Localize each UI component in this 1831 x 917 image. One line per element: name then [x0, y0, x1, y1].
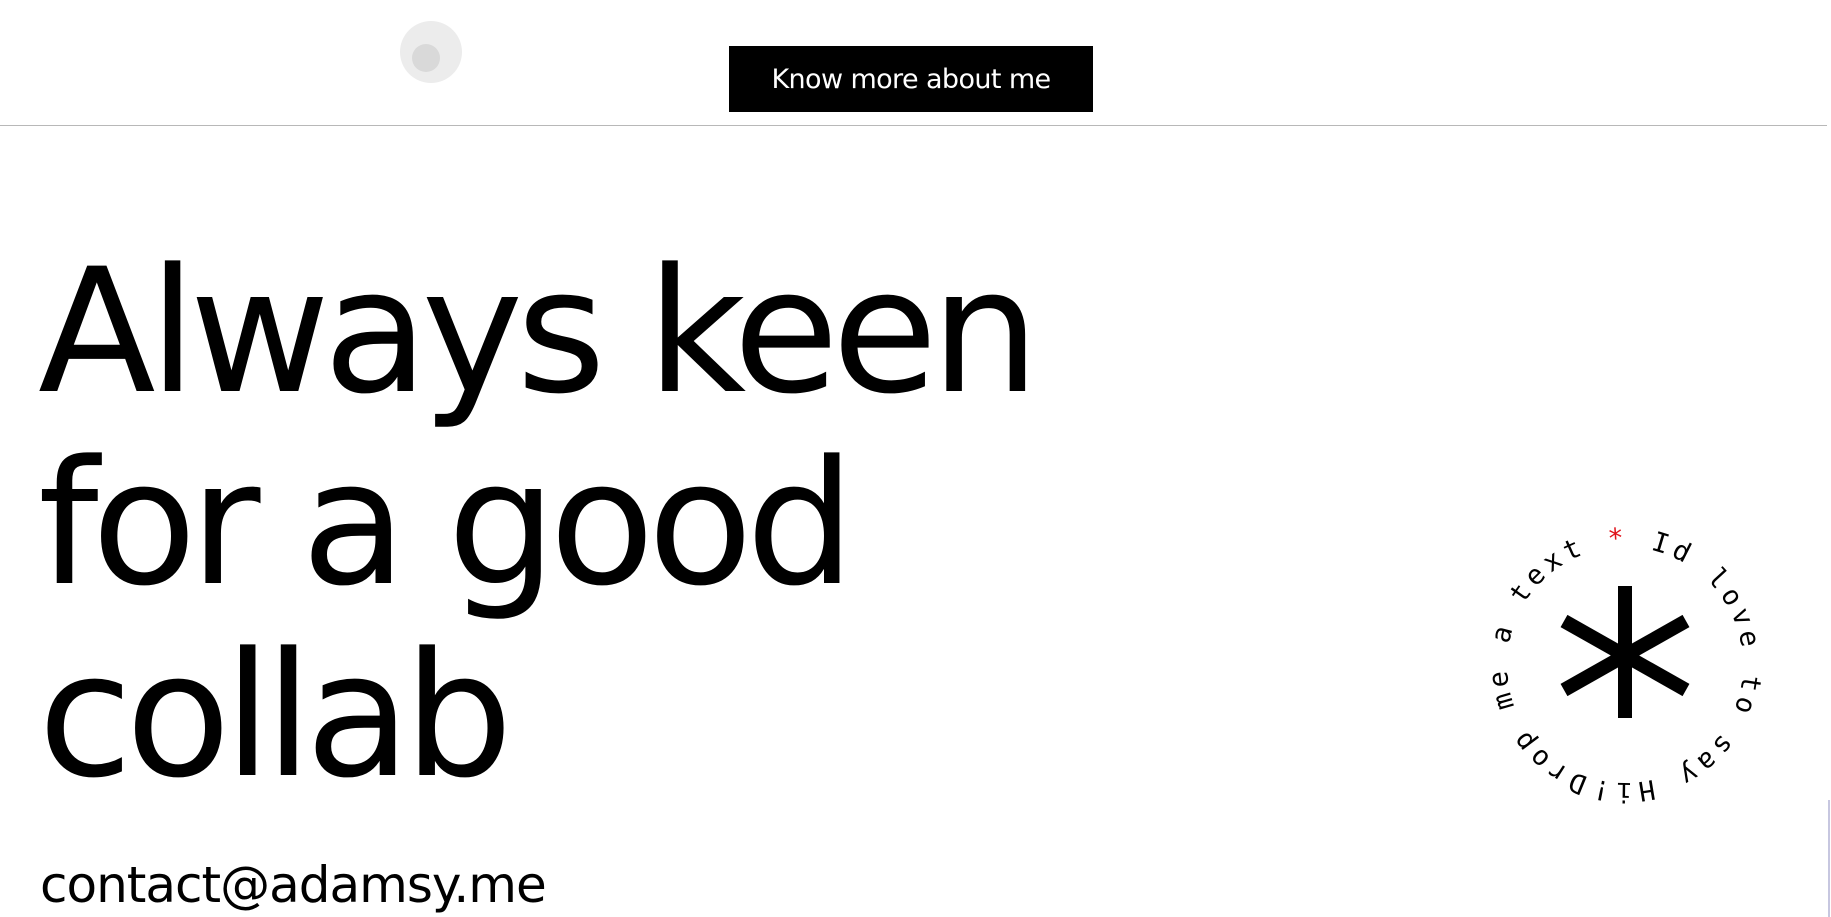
headline-line-3: collab	[38, 615, 513, 816]
top-bar: Know more about me	[0, 0, 1831, 126]
page: Know more about me Always keen for a goo…	[0, 0, 1831, 917]
headline-line-2: for a good	[38, 423, 855, 624]
hero-headline: Always keen for a good collab	[38, 231, 1040, 816]
drop-me-a-text-badge[interactable]: Drop me a text * Id love to say Hi!	[1458, 498, 1792, 832]
know-more-button[interactable]: Know more about me	[729, 46, 1093, 112]
headline-line-1: Always keen	[38, 231, 1040, 432]
asterisk-icon	[1560, 586, 1690, 718]
rotating-text-badge: Drop me a text * Id love to say Hi!	[1478, 517, 1771, 812]
contact-email-link[interactable]: contact@adamsy.me	[40, 860, 547, 910]
scrollbar[interactable]	[1827, 0, 1831, 917]
cursor-follower-icon	[400, 21, 462, 83]
